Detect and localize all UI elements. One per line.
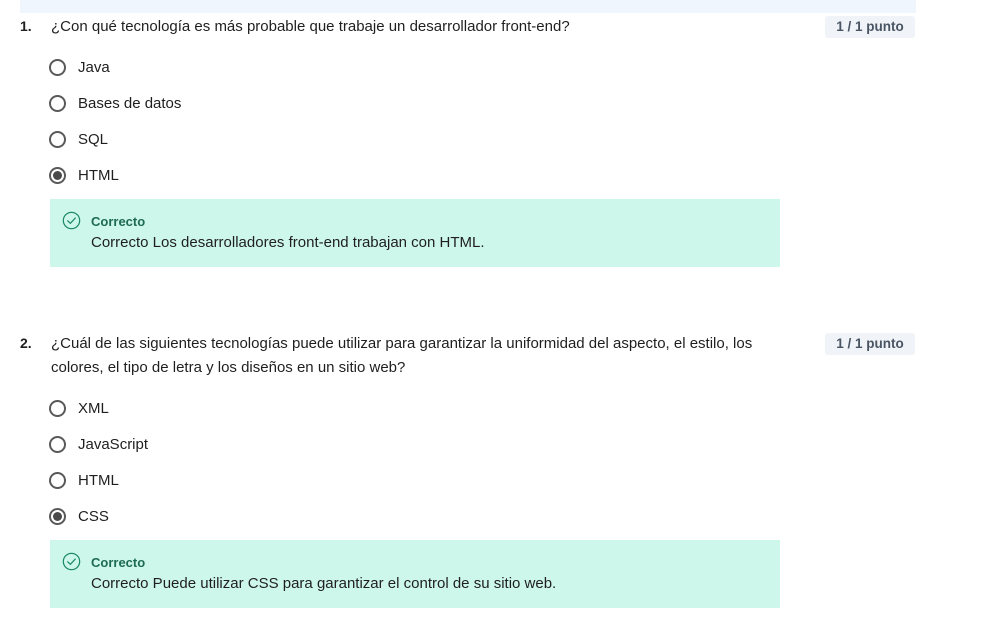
option-bases-de-datos[interactable]: Bases de datos: [49, 92, 181, 114]
option-css[interactable]: CSS: [49, 505, 109, 527]
radio-button[interactable]: [49, 471, 66, 489]
check-circle-icon: [62, 552, 81, 571]
option-label: JavaScript: [78, 435, 149, 453]
feedback-correct: Correcto Correcto Puede utilizar CSS par…: [50, 540, 780, 608]
check-circle-icon: [62, 211, 81, 230]
option-html[interactable]: HTML: [49, 164, 119, 186]
radio-button[interactable]: [49, 399, 66, 417]
option-label: XML: [78, 399, 109, 417]
feedback-title: Correcto: [91, 555, 146, 570]
question-number: 1.: [20, 18, 32, 34]
option-xml[interactable]: XML: [49, 397, 109, 419]
feedback-correct: Correcto Correcto Los desarrolladores fr…: [50, 199, 780, 267]
option-sql[interactable]: SQL: [49, 128, 108, 150]
feedback-title: Correcto: [91, 214, 146, 229]
points-badge: 1 / 1 punto: [825, 16, 915, 38]
radio-button-selected[interactable]: [49, 166, 66, 184]
radio-button[interactable]: [49, 58, 66, 76]
radio-button[interactable]: [49, 130, 66, 148]
question-text: ¿Con qué tecnología es más probable que …: [51, 18, 570, 35]
option-label: SQL: [78, 130, 109, 148]
option-label: HTML: [78, 166, 119, 184]
radio-button-selected[interactable]: [49, 507, 66, 525]
option-javascript[interactable]: JavaScript: [49, 433, 148, 455]
feedback-text: Correcto Los desarrolladores front-end t…: [91, 234, 485, 251]
question-number: 2.: [20, 335, 32, 351]
option-label: Java: [78, 58, 110, 76]
radio-button[interactable]: [49, 94, 66, 112]
option-label: CSS: [78, 507, 109, 525]
points-badge: 1 / 1 punto: [825, 333, 915, 355]
question-text: ¿Cuál de las siguientes tecnologías pued…: [51, 335, 753, 376]
option-java[interactable]: Java: [49, 56, 110, 78]
option-html[interactable]: HTML: [49, 469, 119, 491]
feedback-text: Correcto Puede utilizar CSS para garanti…: [91, 575, 557, 592]
radio-button[interactable]: [49, 435, 66, 453]
previous-section-strip: [20, 0, 916, 13]
option-label: Bases de datos: [78, 94, 182, 112]
option-label: HTML: [78, 471, 119, 489]
